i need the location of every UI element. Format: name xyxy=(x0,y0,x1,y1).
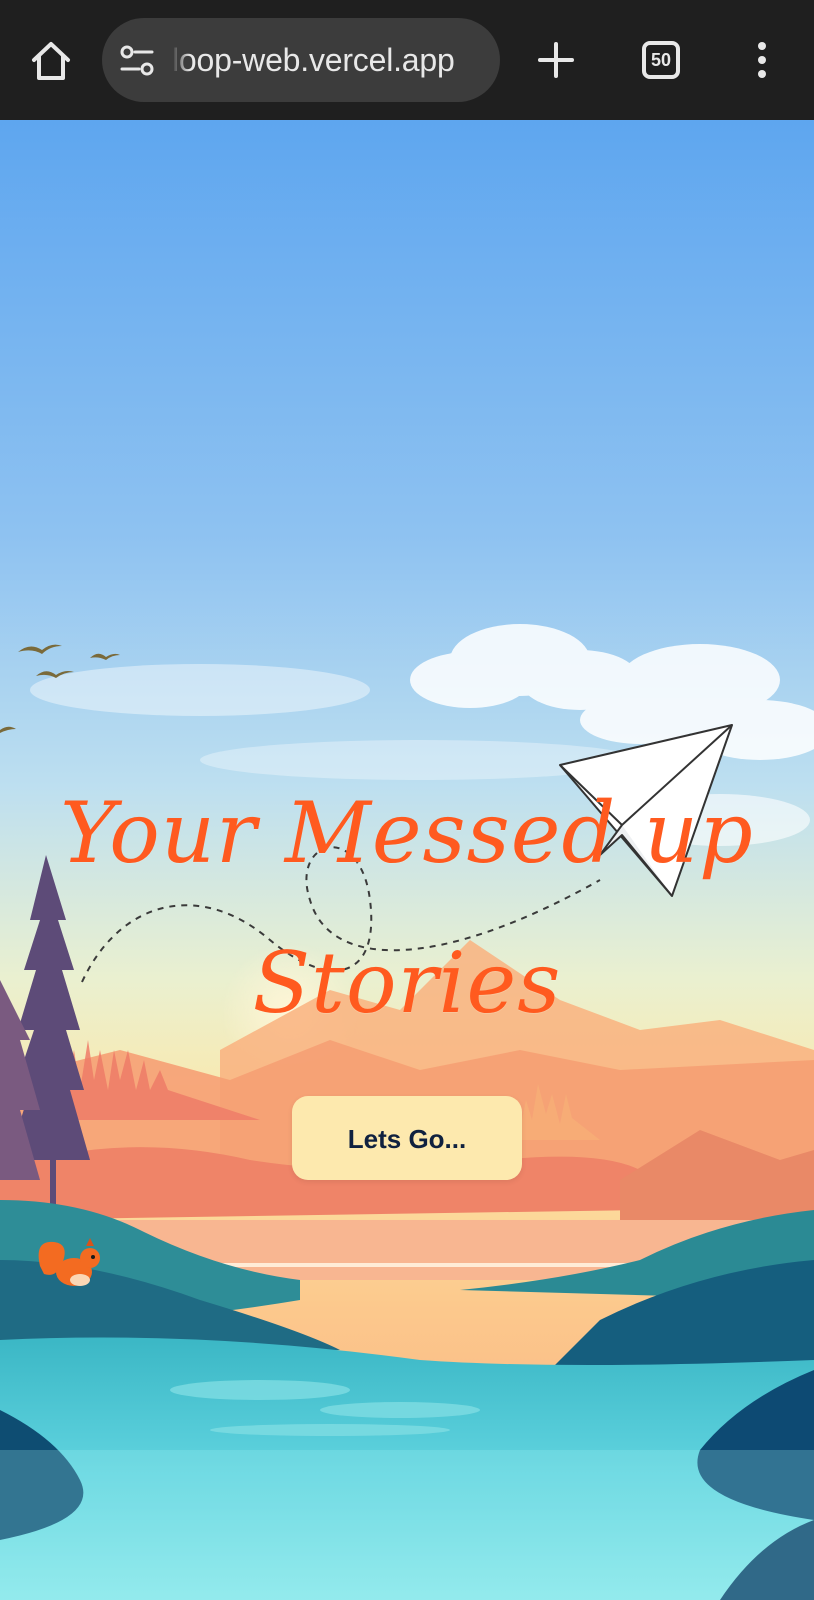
url-text[interactable]: loop-web.vercel.app xyxy=(172,18,490,102)
site-settings-button[interactable] xyxy=(118,42,156,80)
web-page: Your Messed up Stories Lets Go... xyxy=(0,120,814,1600)
lets-go-button[interactable]: Lets Go... xyxy=(292,1096,522,1180)
tab-count: 50 xyxy=(650,50,672,70)
hero-title-line2: Stories xyxy=(252,934,562,1032)
hero-title-line1: Your Messed up xyxy=(60,784,754,882)
address-bar[interactable]: loop-web.vercel.app xyxy=(102,18,500,102)
more-vertical-icon xyxy=(758,42,766,78)
hero-title: Your Messed up Stories xyxy=(0,758,814,1058)
url-fade xyxy=(172,38,190,82)
new-tab-button[interactable] xyxy=(536,40,576,80)
home-icon xyxy=(32,42,70,80)
tune-icon xyxy=(120,45,154,76)
plus-icon xyxy=(538,42,574,78)
browser-toolbar: loop-web.vercel.app 50 xyxy=(0,0,814,120)
menu-button[interactable] xyxy=(748,40,776,80)
home-button[interactable] xyxy=(26,36,76,86)
tab-switcher-button[interactable]: 50 xyxy=(642,41,680,79)
